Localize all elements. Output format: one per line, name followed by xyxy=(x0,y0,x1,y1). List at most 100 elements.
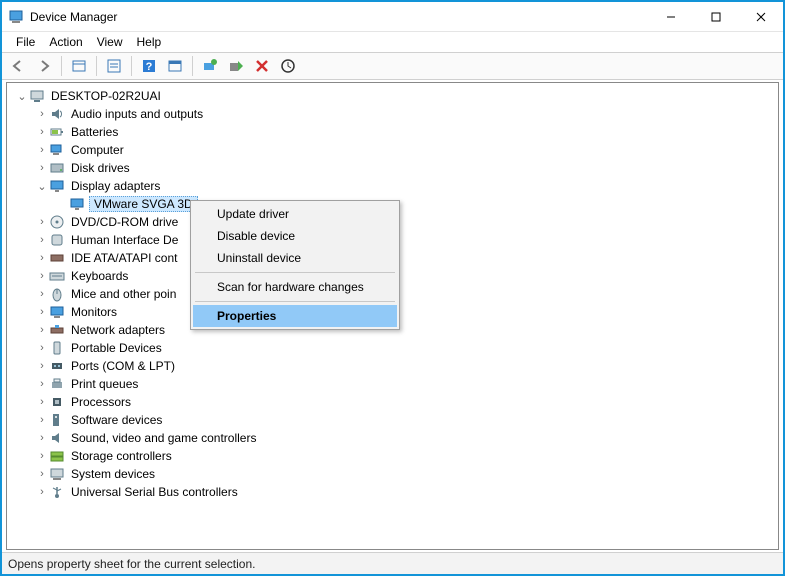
keyboard-icon xyxy=(49,268,65,284)
close-button[interactable] xyxy=(738,3,783,31)
tree-category[interactable]: ›IDE ATA/ATAPI cont xyxy=(31,249,778,267)
expand-collapse-icon[interactable]: › xyxy=(35,216,49,228)
monitor-icon xyxy=(49,304,65,320)
show-hidden-button[interactable] xyxy=(67,55,91,77)
sound-icon xyxy=(49,430,65,446)
tree-category[interactable]: › Mice and other poin xyxy=(31,285,778,303)
portable-icon xyxy=(49,340,65,356)
tree-category[interactable]: ›Audio inputs and outputs xyxy=(31,105,778,123)
toolbar-separator xyxy=(61,56,62,76)
menu-help[interactable]: Help xyxy=(131,34,168,50)
expand-collapse-icon[interactable]: › xyxy=(35,378,49,390)
ctx-properties[interactable]: Properties xyxy=(193,305,397,327)
tree-category[interactable]: ›Software devices xyxy=(31,411,778,429)
maximize-button[interactable] xyxy=(693,3,738,31)
display-icon xyxy=(49,178,65,194)
ide-icon xyxy=(49,250,65,266)
audio-icon xyxy=(49,106,65,122)
expand-collapse-icon[interactable]: › xyxy=(35,450,49,462)
find-button[interactable] xyxy=(163,55,187,77)
ctx-uninstall-device[interactable]: Uninstall device xyxy=(193,247,397,269)
forward-button[interactable] xyxy=(32,55,56,77)
tree-category[interactable]: › Sound, video and game controllers xyxy=(31,429,778,447)
tree-category[interactable]: › System devices xyxy=(31,465,778,483)
tree-category[interactable]: ›Keyboards xyxy=(31,267,778,285)
enable-button[interactable] xyxy=(224,55,248,77)
tree-category-label: Sound, video and game controllers xyxy=(69,431,258,445)
menu-file[interactable]: File xyxy=(10,34,41,50)
expand-collapse-icon[interactable]: ⌄ xyxy=(35,180,49,193)
expand-collapse-icon[interactable]: › xyxy=(35,432,49,444)
expand-collapse-icon[interactable]: › xyxy=(35,126,49,138)
uninstall-button[interactable] xyxy=(250,55,274,77)
ctx-disable-device[interactable]: Disable device xyxy=(193,225,397,247)
expand-collapse-icon[interactable]: › xyxy=(35,270,49,282)
tree-category[interactable]: › Processors xyxy=(31,393,778,411)
tree-category[interactable]: › Batteries xyxy=(31,123,778,141)
tree-category-label: Disk drives xyxy=(69,161,132,175)
tree-category[interactable]: ⌄Display adapters xyxy=(31,177,778,195)
update-driver-button[interactable] xyxy=(198,55,222,77)
tree-category-label: Computer xyxy=(69,143,126,157)
ctx-scan-hardware[interactable]: Scan for hardware changes xyxy=(193,276,397,298)
scan-hardware-button[interactable] xyxy=(276,55,300,77)
ctx-separator xyxy=(195,301,395,302)
title-bar: Device Manager xyxy=(2,2,783,32)
battery-icon xyxy=(49,124,65,140)
tree-category-label: System devices xyxy=(69,467,157,481)
expand-collapse-icon[interactable]: › xyxy=(35,306,49,318)
app-icon xyxy=(8,9,24,25)
tree-category[interactable]: › Disk drives xyxy=(31,159,778,177)
expand-collapse-icon[interactable]: › xyxy=(35,324,49,336)
expand-collapse-icon[interactable]: › xyxy=(35,468,49,480)
tree-category[interactable]: › Network adapters xyxy=(31,321,778,339)
port-icon xyxy=(49,358,65,374)
tree-category[interactable]: › Universal Serial Bus controllers xyxy=(31,483,778,501)
menu-bar: File Action View Help xyxy=(2,32,783,52)
expand-collapse-icon[interactable]: › xyxy=(35,108,49,120)
tree-root[interactable]: ⌄ DESKTOP-02R2UAI xyxy=(11,87,778,105)
tree-category[interactable]: ›Human Interface De xyxy=(31,231,778,249)
storage-icon xyxy=(49,448,65,464)
expand-collapse-icon[interactable]: › xyxy=(35,162,49,174)
ctx-update-driver[interactable]: Update driver xyxy=(193,203,397,225)
expand-collapse-icon[interactable]: › xyxy=(35,252,49,264)
tree-category-label: Mice and other poin xyxy=(69,287,178,301)
help-button[interactable]: ? xyxy=(137,55,161,77)
properties-button[interactable] xyxy=(102,55,126,77)
expand-collapse-icon[interactable]: › xyxy=(35,414,49,426)
hid-icon xyxy=(49,232,65,248)
toolbar: ? xyxy=(2,52,783,80)
expand-collapse-icon[interactable]: › xyxy=(35,360,49,372)
tree-category[interactable]: › Monitors xyxy=(31,303,778,321)
tree-device[interactable]: ·VMware SVGA 3D xyxy=(51,195,778,213)
tree-category[interactable]: › DVD/CD-ROM drive xyxy=(31,213,778,231)
tree-category-label: Processors xyxy=(69,395,133,409)
menu-view[interactable]: View xyxy=(91,34,129,50)
tree-category[interactable]: ›Portable Devices xyxy=(31,339,778,357)
expand-collapse-icon[interactable]: › xyxy=(35,234,49,246)
status-text: Opens property sheet for the current sel… xyxy=(8,557,255,571)
expand-collapse-icon[interactable]: › xyxy=(35,342,49,354)
minimize-button[interactable] xyxy=(648,3,693,31)
expand-collapse-icon[interactable]: › xyxy=(35,288,49,300)
window-title: Device Manager xyxy=(30,10,648,24)
expand-collapse-icon[interactable]: › xyxy=(35,486,49,498)
tree-category-label: DVD/CD-ROM drive xyxy=(69,215,180,229)
tree-category-label: Batteries xyxy=(69,125,120,139)
expand-collapse-icon[interactable]: › xyxy=(35,144,49,156)
tree-category[interactable]: › Computer xyxy=(31,141,778,159)
tree-category-label: Universal Serial Bus controllers xyxy=(69,485,240,499)
back-button[interactable] xyxy=(6,55,30,77)
status-bar: Opens property sheet for the current sel… xyxy=(2,552,783,574)
menu-action[interactable]: Action xyxy=(43,34,88,50)
network-icon xyxy=(49,322,65,338)
tree-category[interactable]: ›Print queues xyxy=(31,375,778,393)
tree-category-label: Monitors xyxy=(69,305,119,319)
expand-collapse-icon[interactable]: › xyxy=(35,396,49,408)
device-tree[interactable]: ⌄ DESKTOP-02R2UAI ›Audio inputs and outp… xyxy=(6,82,779,550)
tree-category[interactable]: ›Storage controllers xyxy=(31,447,778,465)
tree-category[interactable]: ›Ports (COM & LPT) xyxy=(31,357,778,375)
expand-collapse-icon[interactable]: ⌄ xyxy=(15,90,29,103)
tree-category-label: Network adapters xyxy=(69,323,167,337)
